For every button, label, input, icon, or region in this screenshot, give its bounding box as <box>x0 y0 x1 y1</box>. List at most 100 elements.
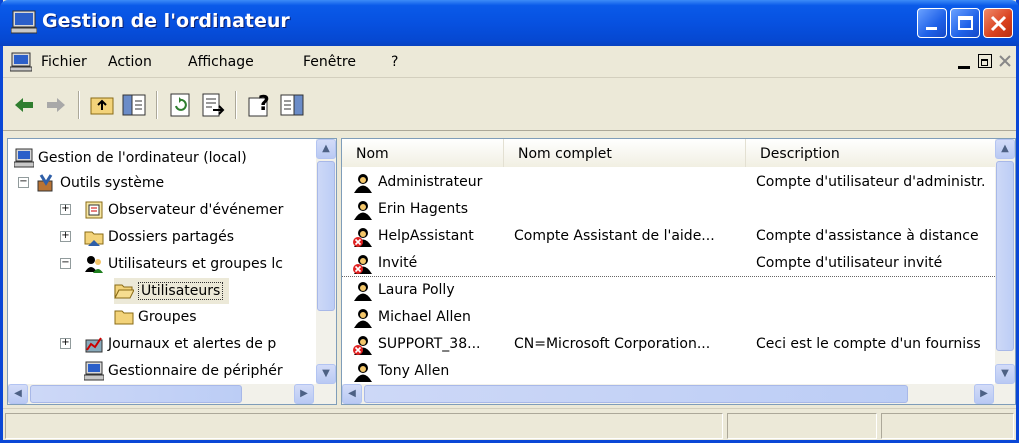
cell-name: HelpAssistant <box>378 228 474 244</box>
computer-icon <box>14 148 34 168</box>
cell-description: Compte d'utilisateur invité <box>756 255 943 271</box>
tree-item-local-users-groups[interactable]: Utilisateurs et groupes lc <box>84 251 283 277</box>
cell-name: SUPPORT_38... <box>378 336 481 352</box>
user-icon <box>354 282 372 301</box>
expand-icon[interactable]: + <box>60 231 71 242</box>
toolbar: ? <box>3 79 1016 131</box>
event-viewer-icon <box>85 201 103 219</box>
close-button[interactable] <box>983 8 1013 38</box>
list-item[interactable]: Laura Polly <box>342 277 997 304</box>
tree-item-root[interactable]: Gestion de l'ordinateur (local) <box>14 145 247 171</box>
device-manager-icon <box>84 361 104 381</box>
mdi-minimize-button[interactable] <box>958 66 970 69</box>
list-item[interactable]: Michael Allen <box>342 304 997 331</box>
menu-affichage[interactable]: Affichage <box>188 54 254 70</box>
menu-fenetre[interactable]: Fenêtre <box>303 54 356 70</box>
tools-icon <box>37 174 53 192</box>
scroll-left-icon[interactable]: ◀ <box>342 384 362 404</box>
console-tree-pane[interactable]: Gestion de l'ordinateur (local) − Outils… <box>7 138 337 405</box>
user-icon <box>354 363 372 382</box>
user-icon <box>354 201 372 220</box>
minimize-button[interactable] <box>917 8 947 38</box>
tree-item-event-viewer[interactable]: Observateur d'événemer <box>84 197 283 223</box>
help-icon[interactable]: ? <box>247 92 273 118</box>
menu-help[interactable]: ? <box>391 54 398 70</box>
tree-item-system-tools[interactable]: Outils système <box>36 170 164 196</box>
list-item[interactable]: HelpAssistant Compte Assistant de l'aide.… <box>342 223 997 250</box>
toolbar-separator <box>235 91 237 119</box>
toolbar-separator <box>156 91 158 119</box>
status-panel <box>5 413 723 439</box>
close-icon <box>990 15 1007 32</box>
list-vertical-scrollbar[interactable]: ▲ ▼ <box>995 139 1015 384</box>
back-arrow-icon[interactable] <box>11 92 37 118</box>
tree-item-groups[interactable]: Groupes <box>114 304 197 330</box>
tree-label: Dossiers partagés <box>108 229 235 245</box>
cell-name: Erin Hagents <box>378 201 469 217</box>
refresh-icon[interactable] <box>167 92 193 118</box>
tree-item-shared-folders[interactable]: Dossiers partagés <box>84 224 234 250</box>
list-item[interactable]: Tony Allen <box>342 358 997 384</box>
result-list-pane[interactable]: Nom Nom complet Description Administrate… <box>341 138 1016 405</box>
list-item[interactable]: Invité Compte d'utilisateur invité <box>342 250 997 277</box>
tree-item-device-manager[interactable]: Gestionnaire de périphér <box>84 358 283 384</box>
scroll-right-icon[interactable]: ▶ <box>974 384 994 404</box>
mdi-restore-button[interactable] <box>978 54 992 68</box>
computer-icon <box>11 10 37 34</box>
maximize-button[interactable] <box>950 8 980 38</box>
performance-logs-icon <box>85 337 103 353</box>
status-panel <box>727 413 877 439</box>
scroll-up-icon[interactable]: ▲ <box>316 139 336 159</box>
scroll-thumb[interactable] <box>996 161 1014 351</box>
tree-label: Gestion de l'ordinateur (local) <box>38 150 247 166</box>
scroll-left-icon[interactable]: ◀ <box>8 384 28 404</box>
scroll-up-icon[interactable]: ▲ <box>995 139 1015 159</box>
cell-description: Ceci est le compte d'un fourniss <box>756 336 981 352</box>
list-item[interactable]: Erin Hagents <box>342 196 997 223</box>
computer-icon <box>10 52 32 72</box>
window-title: Gestion de l'ordinateur <box>42 10 290 32</box>
list-horizontal-scrollbar[interactable]: ◀ ▶ <box>342 384 1015 404</box>
show-hide-tree-icon[interactable] <box>121 92 147 118</box>
scroll-thumb[interactable] <box>317 161 335 311</box>
scroll-thumb[interactable] <box>30 385 242 403</box>
scroll-thumb[interactable] <box>364 385 908 403</box>
menu-action[interactable]: Action <box>108 54 152 70</box>
forward-arrow-icon[interactable] <box>43 92 69 118</box>
mdi-close-icon[interactable] <box>999 55 1011 67</box>
expand-icon[interactable]: + <box>60 204 71 215</box>
tree-label: Utilisateurs et groupes lc <box>108 256 283 272</box>
tree-label: Journaux et alertes de p <box>108 336 277 352</box>
title-bar[interactable]: Gestion de l'ordinateur <box>0 0 1019 46</box>
scroll-down-icon[interactable]: ▼ <box>995 364 1015 384</box>
tree-item-logs-alerts[interactable]: Journaux et alertes de p <box>84 331 276 357</box>
export-list-icon[interactable] <box>199 92 225 118</box>
collapse-icon[interactable]: − <box>18 177 29 188</box>
svg-text:?: ? <box>258 92 270 115</box>
folder-icon <box>114 310 134 325</box>
toolbar-separator <box>78 91 80 119</box>
show-hide-action-pane-icon[interactable] <box>279 92 305 118</box>
tree-item-users[interactable]: Utilisateurs <box>114 278 230 304</box>
list-item[interactable]: SUPPORT_38... CN=Microsoft Corporation...… <box>342 331 997 358</box>
tree-horizontal-scrollbar[interactable]: ◀ ▶ <box>8 384 336 404</box>
tree-label: Utilisateurs <box>138 282 224 300</box>
cell-full-name: CN=Microsoft Corporation... <box>514 336 711 352</box>
users-groups-icon <box>85 256 103 273</box>
scroll-down-icon[interactable]: ▼ <box>316 364 336 384</box>
collapse-icon[interactable]: − <box>60 258 71 269</box>
list-item[interactable]: Administrateur Compte d'utilisateur d'adm… <box>342 169 997 196</box>
cell-description: Compte d'assistance à distance <box>756 228 979 244</box>
computer-management-window: Gestion de l'ordinateur Fichier Action A… <box>0 0 1019 443</box>
menu-fichier[interactable]: Fichier <box>41 54 87 70</box>
scroll-right-icon[interactable]: ▶ <box>294 384 314 404</box>
open-folder-icon <box>114 284 134 299</box>
user-list: Administrateur Compte d'utilisateur d'adm… <box>342 139 997 384</box>
tree-vertical-scrollbar[interactable]: ▲ ▼ <box>316 139 336 384</box>
cell-description: Compte d'utilisateur d'administr. <box>756 174 986 190</box>
shared-folder-icon <box>84 231 104 246</box>
disabled-user-icon <box>353 336 372 355</box>
cell-name: Tony Allen <box>378 363 450 379</box>
up-folder-icon[interactable] <box>89 92 115 118</box>
expand-icon[interactable]: + <box>60 338 71 349</box>
